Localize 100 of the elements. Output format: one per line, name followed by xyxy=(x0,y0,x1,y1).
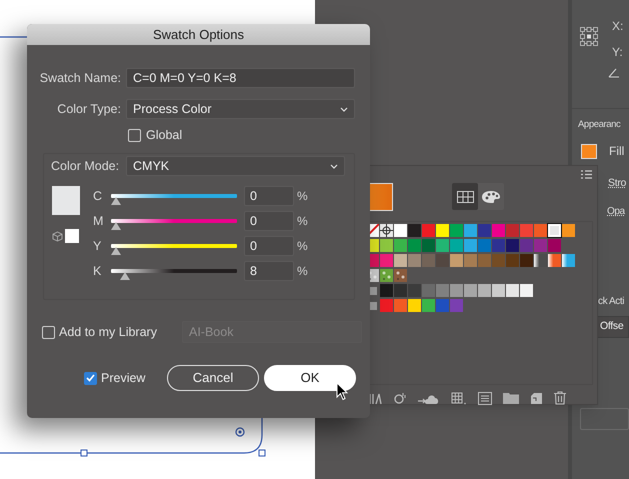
swatch[interactable] xyxy=(394,254,407,267)
swatch[interactable] xyxy=(394,284,407,297)
libraries-icon[interactable] xyxy=(369,392,383,404)
swatch[interactable] xyxy=(380,299,393,312)
global-checkbox[interactable] xyxy=(128,128,141,142)
swatch[interactable] xyxy=(478,284,491,297)
swatch[interactable] xyxy=(380,224,393,237)
swatch[interactable] xyxy=(422,254,435,267)
field-label: Swatch Name: xyxy=(38,70,121,87)
fill-color-swatch[interactable] xyxy=(581,144,597,158)
swatch[interactable] xyxy=(408,299,421,312)
section-title: Appearanc xyxy=(578,118,620,132)
swatch[interactable] xyxy=(436,299,449,312)
swatch[interactable] xyxy=(520,284,533,297)
swatch[interactable] xyxy=(506,254,519,267)
swatch[interactable] xyxy=(422,299,435,312)
slider-thumb[interactable] xyxy=(111,197,121,205)
swatch[interactable] xyxy=(408,254,421,267)
slider-thumb[interactable] xyxy=(111,247,121,255)
panel-label: Y: xyxy=(612,44,623,58)
input-field[interactable] xyxy=(580,408,629,430)
swatch[interactable] xyxy=(520,224,533,237)
swatch[interactable] xyxy=(450,239,463,252)
swatch[interactable] xyxy=(380,284,393,297)
trash-icon[interactable] xyxy=(554,391,566,405)
swatch[interactable] xyxy=(380,239,393,252)
swatch[interactable] xyxy=(534,224,547,237)
swatch[interactable] xyxy=(394,269,407,282)
preview-checkbox[interactable] xyxy=(84,372,97,384)
swatch[interactable] xyxy=(394,224,407,237)
swatch[interactable] xyxy=(464,239,477,252)
swatch[interactable] xyxy=(562,224,575,237)
swatch[interactable] xyxy=(436,254,449,267)
swatch[interactable] xyxy=(464,224,477,237)
slider-thumb[interactable] xyxy=(111,222,121,230)
swatch[interactable] xyxy=(380,254,393,267)
view-toggle-button[interactable] xyxy=(452,183,478,210)
swatch[interactable] xyxy=(436,284,449,297)
folder-icon[interactable] xyxy=(503,392,519,404)
angle-icon xyxy=(608,68,620,78)
swatch[interactable] xyxy=(478,239,491,252)
new-swatch-icon[interactable] xyxy=(530,392,543,404)
swatch[interactable] xyxy=(520,239,533,252)
channel-value-field[interactable]: 0 xyxy=(244,186,294,206)
swatch[interactable] xyxy=(562,254,575,267)
swatch[interactable] xyxy=(534,254,547,267)
swatch[interactable] xyxy=(478,224,491,237)
color-preview-swatch xyxy=(52,186,80,215)
swatch[interactable] xyxy=(450,284,463,297)
channel-value-field[interactable]: 0 xyxy=(244,211,294,231)
list-icon[interactable] xyxy=(478,392,492,404)
swatch[interactable] xyxy=(464,284,477,297)
swatch[interactable] xyxy=(394,239,407,252)
channel-label: C xyxy=(93,188,104,205)
swatch[interactable] xyxy=(478,254,491,267)
path-line xyxy=(0,36,28,38)
swatch[interactable] xyxy=(450,224,463,237)
color-type-dropdown[interactable]: Process Color xyxy=(126,99,355,119)
swatch[interactable] xyxy=(506,224,519,237)
checkbox-label: Add to my Library xyxy=(59,324,158,341)
swatch[interactable] xyxy=(548,254,561,267)
swatch[interactable] xyxy=(436,239,449,252)
web-color-swatch xyxy=(65,229,79,243)
swatch[interactable] xyxy=(492,224,505,237)
swatch[interactable] xyxy=(436,224,449,237)
swatch[interactable] xyxy=(464,254,477,267)
swatch[interactable] xyxy=(506,239,519,252)
cancel-button[interactable]: Cancel xyxy=(167,365,259,391)
swatch[interactable] xyxy=(506,284,519,297)
unit-label: % xyxy=(297,238,308,255)
ok-button[interactable]: OK xyxy=(264,365,356,391)
swatch[interactable] xyxy=(534,239,547,252)
swatch[interactable] xyxy=(492,239,505,252)
grid-icon[interactable] xyxy=(451,392,467,404)
reference-point-icon[interactable] xyxy=(580,27,598,46)
swatch[interactable] xyxy=(408,224,421,237)
channel-value-field[interactable]: 0 xyxy=(244,236,294,256)
channel-value-field[interactable]: 8 xyxy=(244,261,294,281)
swatch[interactable] xyxy=(492,284,505,297)
color-mode-dropdown[interactable]: CMYK xyxy=(126,156,345,176)
swatch[interactable] xyxy=(492,254,505,267)
swatch[interactable] xyxy=(450,299,463,312)
swatch[interactable] xyxy=(548,239,561,252)
swatch[interactable] xyxy=(520,254,533,267)
checkbox-label: Preview xyxy=(101,370,146,387)
swatch[interactable] xyxy=(422,239,435,252)
swatch[interactable] xyxy=(408,284,421,297)
swatch[interactable] xyxy=(408,239,421,252)
swatch-name-field[interactable]: C=0 M=0 Y=0 K=8 xyxy=(126,68,355,88)
slider-thumb[interactable] xyxy=(120,272,130,280)
panel-menu-icon[interactable] xyxy=(581,170,592,179)
swatch[interactable] xyxy=(380,269,393,282)
swatch[interactable] xyxy=(422,284,435,297)
offset-button[interactable]: Offse xyxy=(597,316,629,338)
unit-label: % xyxy=(297,213,308,230)
swatch[interactable] xyxy=(422,224,435,237)
library-checkbox[interactable] xyxy=(42,326,55,338)
swatch-kind-icon[interactable] xyxy=(394,392,407,404)
swatch[interactable] xyxy=(394,299,407,312)
swatch[interactable] xyxy=(450,254,463,267)
